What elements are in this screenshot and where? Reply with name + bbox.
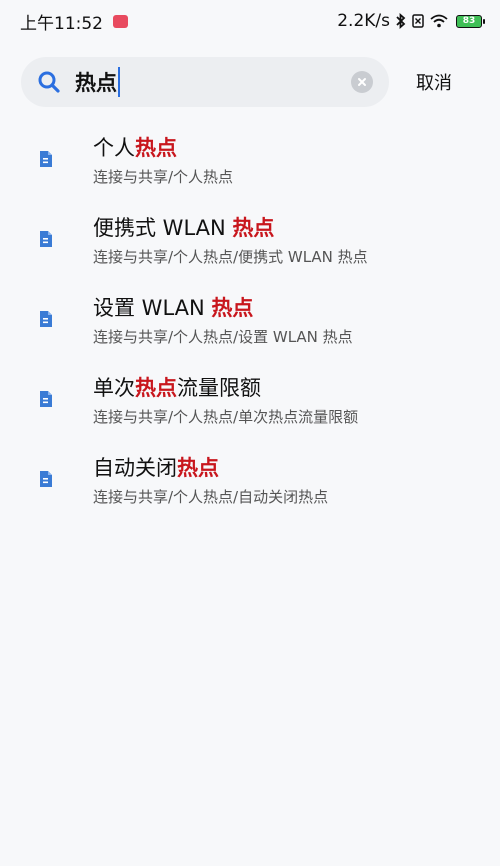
result-text: 设置 WLAN 热点 连接与共享/个人热点/设置 WLAN 热点 — [93, 294, 353, 347]
list-item[interactable]: 个人热点 连接与共享/个人热点 — [0, 120, 500, 200]
battery-level: 83 — [462, 16, 476, 26]
title-highlight: 热点 — [135, 136, 177, 160]
list-item[interactable]: 设置 WLAN 热点 连接与共享/个人热点/设置 WLAN 热点 — [0, 280, 500, 360]
title-suffix: 流量限额 — [177, 376, 261, 400]
search-query: 热点 — [75, 67, 120, 97]
title-prefix: 单次 — [93, 376, 135, 400]
settings-doc-icon — [38, 470, 54, 488]
search-row: 热点 取消 — [21, 57, 491, 107]
result-text: 单次热点流量限额 连接与共享/个人热点/单次热点流量限额 — [93, 374, 358, 427]
list-item[interactable]: 自动关闭热点 连接与共享/个人热点/自动关闭热点 — [0, 440, 500, 520]
title-highlight: 热点 — [135, 376, 177, 400]
status-right: 2.2K/s 83 — [337, 11, 485, 31]
title-prefix: 设置 WLAN — [93, 296, 212, 320]
status-left: 上午11:52 — [20, 9, 128, 34]
result-text: 自动关闭热点 连接与共享/个人热点/自动关闭热点 — [93, 454, 328, 507]
sim-off-icon — [412, 14, 424, 28]
result-path: 连接与共享/个人热点/单次热点流量限额 — [93, 408, 359, 426]
search-input[interactable]: 热点 — [21, 57, 389, 107]
result-path: 连接与共享/个人热点 — [93, 168, 234, 186]
result-title: 便携式 WLAN 热点 — [93, 214, 368, 242]
result-path: 连接与共享/个人热点/便携式 WLAN 热点 — [93, 248, 368, 266]
title-prefix: 个人 — [93, 136, 135, 160]
result-path: 连接与共享/个人热点/自动关闭热点 — [93, 488, 329, 506]
settings-doc-icon — [38, 310, 54, 328]
result-path: 连接与共享/个人热点/设置 WLAN 热点 — [93, 328, 353, 346]
result-title: 自动关闭热点 — [93, 454, 328, 482]
bluetooth-icon — [396, 13, 406, 29]
title-highlight: 热点 — [177, 456, 219, 480]
status-time: 上午11:52 — [20, 13, 103, 34]
text-cursor — [118, 67, 120, 97]
result-title: 单次热点流量限额 — [93, 374, 358, 402]
settings-doc-icon — [38, 390, 54, 408]
settings-doc-icon — [38, 230, 54, 248]
wifi-icon — [430, 14, 448, 28]
close-icon — [358, 78, 366, 86]
list-item[interactable]: 单次热点流量限额 连接与共享/个人热点/单次热点流量限额 — [0, 360, 500, 440]
status-bar: 上午11:52 2.2K/s 83 — [0, 0, 500, 42]
result-title: 个人热点 — [93, 134, 233, 162]
list-item[interactable]: 便携式 WLAN 热点 连接与共享/个人热点/便携式 WLAN 热点 — [0, 200, 500, 280]
search-icon — [37, 70, 61, 94]
settings-doc-icon — [38, 150, 54, 168]
search-query-text: 热点 — [75, 71, 117, 95]
battery-icon: 83 — [456, 14, 485, 28]
result-text: 个人热点 连接与共享/个人热点 — [93, 134, 233, 187]
network-speed: 2.2K/s — [337, 11, 390, 31]
notification-icon — [113, 14, 128, 28]
title-highlight: 热点 — [232, 216, 275, 240]
title-prefix: 自动关闭 — [93, 456, 177, 480]
title-highlight: 热点 — [211, 296, 254, 320]
results-list: 个人热点 连接与共享/个人热点 便携式 WLAN 热点 连接与共享/个人热点/便… — [0, 120, 500, 520]
result-text: 便携式 WLAN 热点 连接与共享/个人热点/便携式 WLAN 热点 — [93, 214, 368, 267]
cancel-button[interactable]: 取消 — [416, 69, 452, 95]
clear-button[interactable] — [351, 71, 373, 93]
title-prefix: 便携式 WLAN — [93, 216, 233, 240]
result-title: 设置 WLAN 热点 — [93, 294, 353, 322]
